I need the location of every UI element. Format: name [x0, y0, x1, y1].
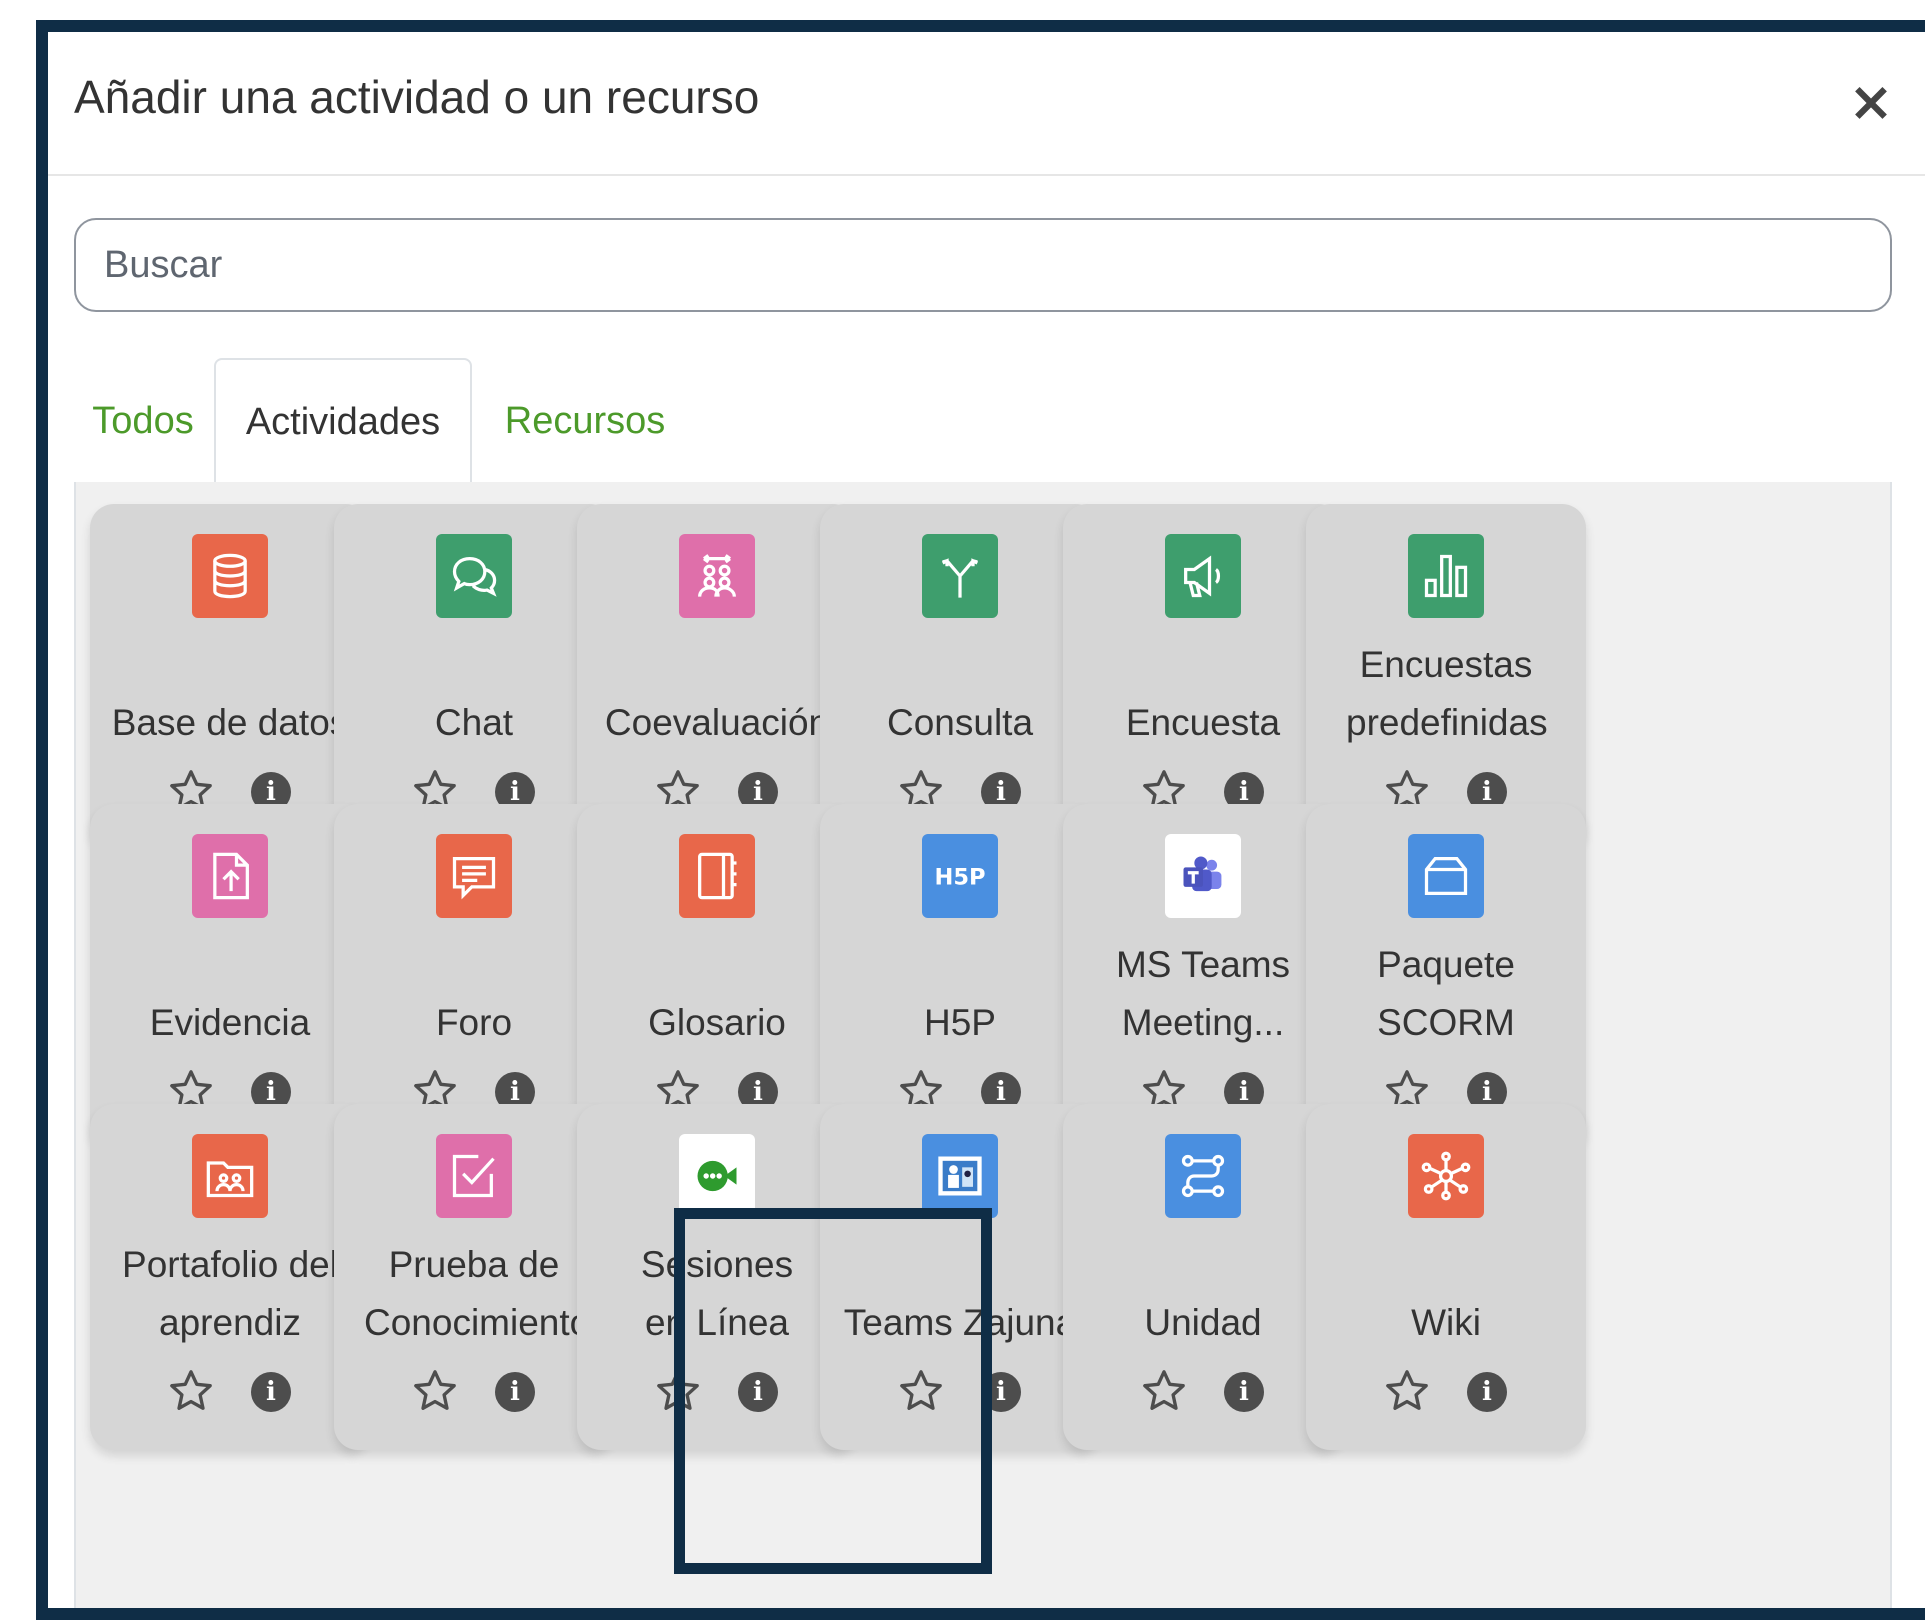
quiz-check-icon [436, 1134, 512, 1218]
activity-label: Portafolio del aprendiz [122, 1244, 338, 1343]
activity-label: Unidad [1144, 1302, 1262, 1343]
dialog-header: Añadir una actividad o un recurso × [48, 32, 1925, 176]
star-outline-icon[interactable] [1141, 1368, 1187, 1414]
svg-text:H5P: H5P [934, 865, 985, 891]
database-icon [192, 534, 268, 618]
add-activity-dialog: Añadir una actividad o un recurso × Todo… [36, 20, 1925, 1620]
portfolio-folder-icon [192, 1134, 268, 1218]
activity-card-h5p[interactable]: H5P H5P i [820, 804, 1100, 1150]
activity-grid: Base de datos i Chat i Coevaluación i Consulta… [74, 482, 1892, 1608]
route-icon [1165, 1134, 1241, 1218]
activity-card-teams-zajuna[interactable]: Teams Zajuna i [820, 1104, 1100, 1450]
activity-label: Base de datos [111, 702, 349, 743]
teams-zajuna-icon [922, 1134, 998, 1218]
tab-todos[interactable]: Todos [74, 358, 212, 484]
activity-label: Glosario [648, 1002, 786, 1043]
activity-label: Paquete SCORM [1377, 944, 1515, 1043]
search-box [74, 218, 1892, 312]
activity-card-base-de-datos[interactable]: Base de datos i [90, 504, 370, 850]
activity-card-portafolio-del-aprendiz[interactable]: Portafolio del aprendiz i [90, 1104, 370, 1450]
h5p-icon: H5P [922, 834, 998, 918]
activity-card-foro[interactable]: Foro i [334, 804, 614, 1150]
info-icon[interactable]: i [981, 1372, 1021, 1412]
activity-card-glosario[interactable]: Glosario i [577, 804, 857, 1150]
file-upload-icon [192, 834, 268, 918]
activity-label: Wiki [1411, 1302, 1481, 1343]
activity-card-coevaluación[interactable]: Coevaluación i [577, 504, 857, 850]
tab-actividades[interactable]: Actividades [214, 358, 472, 486]
activity-card-paquete-scorm[interactable]: Paquete SCORM i [1306, 804, 1586, 1150]
search-input[interactable] [76, 220, 1890, 310]
activity-label: Evidencia [149, 1002, 311, 1043]
star-outline-icon[interactable] [168, 1368, 214, 1414]
star-outline-icon[interactable] [898, 1368, 944, 1414]
activity-label: Encuesta [1125, 702, 1281, 743]
activity-label: Consulta [886, 702, 1034, 743]
activity-card-chat[interactable]: Chat i [334, 504, 614, 850]
activity-label: Prueba de Conocimiento [364, 1244, 591, 1343]
package-icon [1408, 834, 1484, 918]
activity-card-encuesta[interactable]: Encuesta i [1063, 504, 1343, 850]
info-icon[interactable]: i [1224, 1372, 1264, 1412]
star-outline-icon[interactable] [1384, 1368, 1430, 1414]
info-icon[interactable]: i [1467, 1372, 1507, 1412]
activity-card-encuestas-predefinidas[interactable]: Encuestas predefinidas i [1306, 504, 1586, 850]
ms-teams-icon [1165, 834, 1241, 918]
peer-review-icon [679, 534, 755, 618]
activity-label: Encuestas predefinidas [1346, 644, 1548, 743]
close-button[interactable]: × [1845, 75, 1897, 129]
bar-chart-icon [1408, 534, 1484, 618]
star-outline-icon[interactable] [412, 1368, 458, 1414]
forum-icon [436, 834, 512, 918]
activity-label: Sesiones en Línea [640, 1244, 794, 1343]
video-chat-icon [679, 1134, 755, 1218]
star-outline-icon[interactable] [655, 1368, 701, 1414]
tab-bar: Todos Actividades Recursos [74, 358, 1892, 486]
activity-label: H5P [924, 1002, 996, 1043]
activity-label: Coevaluación [604, 702, 830, 743]
activity-label: MS Teams Meeting... [1115, 944, 1291, 1043]
activity-card-consulta[interactable]: Consulta i [820, 504, 1100, 850]
wiki-network-icon [1408, 1134, 1484, 1218]
choice-signpost-icon [922, 534, 998, 618]
info-icon[interactable]: i [738, 1372, 778, 1412]
activity-card-wiki[interactable]: Wiki i [1306, 1104, 1586, 1450]
dialog-title: Añadir una actividad o un recurso [74, 71, 760, 123]
activity-label: Teams Zajuna [843, 1302, 1077, 1343]
book-icon [679, 834, 755, 918]
activity-card-unidad[interactable]: Unidad i [1063, 1104, 1343, 1450]
info-icon[interactable]: i [495, 1372, 535, 1412]
activity-card-sesiones-en-línea[interactable]: Sesiones en Línea i [577, 1104, 857, 1450]
megaphone-icon [1165, 534, 1241, 618]
activity-card-prueba-de-conocimiento[interactable]: Prueba de Conocimiento i [334, 1104, 614, 1450]
activity-card-evidencia[interactable]: Evidencia i [90, 804, 370, 1150]
activity-label: Chat [434, 702, 514, 743]
info-icon[interactable]: i [251, 1372, 291, 1412]
activity-card-ms-teams-meeting[interactable]: MS Teams Meeting... i [1063, 804, 1343, 1150]
chat-bubbles-icon [436, 534, 512, 618]
tab-recursos[interactable]: Recursos [472, 358, 698, 484]
activity-label: Foro [435, 1002, 513, 1043]
